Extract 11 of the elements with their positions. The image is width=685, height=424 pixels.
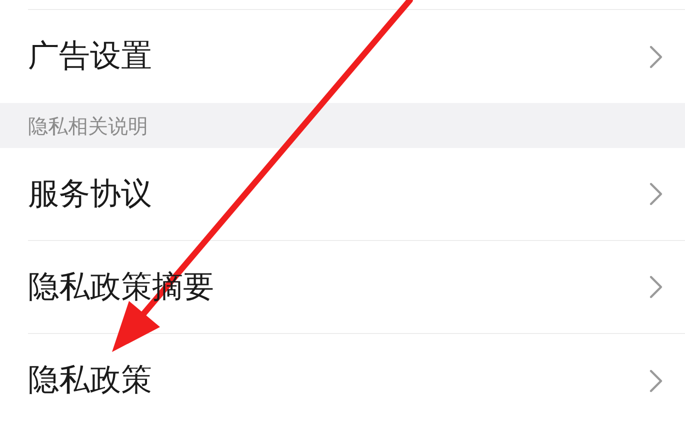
section-title: 隐私相关说明 — [28, 112, 148, 140]
chevron-right-icon — [649, 368, 663, 392]
item-label: 广告设置 — [28, 37, 152, 76]
item-label: 隐私政策 — [28, 361, 152, 400]
settings-item[interactable]: 广告设置 — [28, 10, 685, 103]
item-label: 服务协议 — [28, 174, 152, 214]
chevron-right-icon — [649, 275, 663, 299]
settings-item[interactable]: 服务协议 — [28, 148, 685, 241]
chevron-right-icon — [649, 182, 663, 206]
settings-item[interactable]: 隐私政策 — [28, 334, 685, 424]
chevron-right-icon — [649, 44, 663, 68]
